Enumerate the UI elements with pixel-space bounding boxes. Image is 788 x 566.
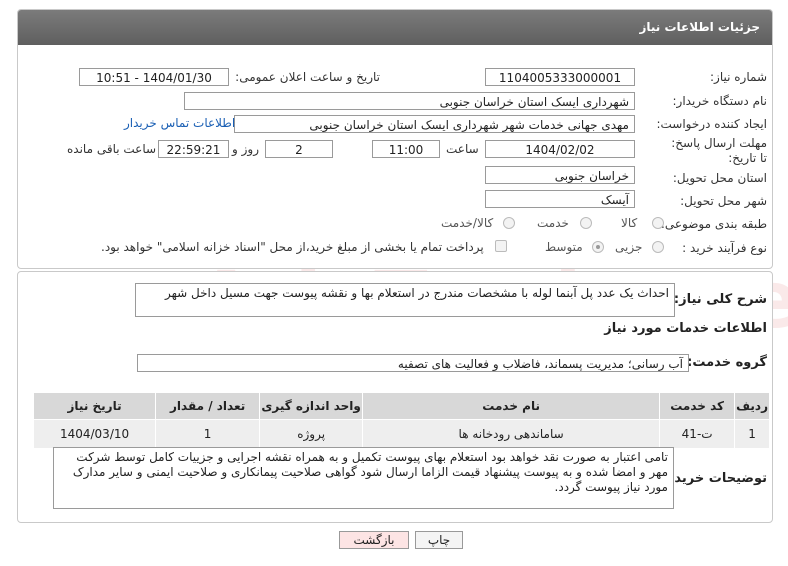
category-goods-service-radio[interactable] bbox=[503, 217, 515, 229]
process-medium-radio[interactable] bbox=[592, 241, 604, 253]
province-label: استان محل تحویل: bbox=[672, 171, 767, 185]
services-table: ردیف کد خدمت نام خدمت واحد اندازه گیری ت… bbox=[32, 392, 770, 449]
city-field: آیسک bbox=[485, 190, 635, 208]
col-header-unit: واحد اندازه گیری bbox=[259, 392, 364, 420]
panel-header: جزئیات اطلاعات نیاز bbox=[18, 10, 772, 45]
category-goods-radio[interactable] bbox=[652, 217, 664, 229]
back-button[interactable]: بازگشت bbox=[339, 531, 409, 549]
process-minor-radio[interactable] bbox=[652, 241, 664, 253]
process-minor-label: جزیی bbox=[615, 240, 643, 254]
days-label: روز و bbox=[232, 142, 259, 156]
table-row: 1 ت-41 ساماندهی رودخانه ها پروژه 1 1404/… bbox=[32, 419, 770, 449]
services-section-title: اطلاعات خدمات مورد نیاز bbox=[604, 321, 767, 336]
cell-index: 1 bbox=[734, 419, 770, 449]
panel-title: جزئیات اطلاعات نیاز bbox=[639, 20, 760, 34]
category-service-label: خدمت bbox=[537, 216, 569, 230]
col-header-name: نام خدمت bbox=[362, 392, 661, 420]
treasury-checkbox[interactable] bbox=[495, 240, 507, 252]
col-header-date: تاریخ نیاز bbox=[32, 392, 157, 420]
category-goods-label: کالا bbox=[621, 216, 638, 230]
process-label: نوع فرآیند خرید : bbox=[682, 241, 767, 255]
cell-name: ساماندهی رودخانه ها bbox=[362, 419, 661, 449]
need-info-panel: جزئیات اطلاعات نیاز bbox=[17, 9, 773, 269]
remaining-time-label: ساعت باقی مانده bbox=[67, 142, 157, 156]
announce-datetime-field: 1404/01/30 - 10:51 bbox=[79, 68, 229, 86]
need-details-page: AriaTender.neT جزئیات اطلاعات نیاز شماره… bbox=[0, 0, 788, 566]
buyer-notes-text: تامی اعتبار به صورت نقد خواهد بود استعلا… bbox=[53, 447, 674, 509]
creator-field: مهدی جهانی خدمات شهر شهرداری ایسک استان … bbox=[234, 115, 635, 133]
col-header-index: ردیف bbox=[734, 392, 770, 420]
buyer-contact-link[interactable]: اطلاعات تماس خریدار bbox=[124, 116, 235, 130]
buyer-org-label: نام دستگاه خریدار: bbox=[672, 94, 768, 108]
cell-unit: پروژه bbox=[259, 419, 364, 449]
category-goods-service-label: کالا/خدمت bbox=[441, 216, 494, 230]
process-medium-label: متوسط bbox=[545, 240, 583, 254]
buyer-org-field: شهرداری ایسک استان خراسان جنوبی bbox=[184, 92, 635, 110]
need-number-label: شماره نیاز: bbox=[710, 70, 767, 84]
payment-note: پرداخت تمام یا بخشی از مبلغ خرید،از محل … bbox=[101, 240, 484, 254]
remaining-days-field: 2 bbox=[265, 140, 333, 158]
description-label: شرح کلی نیاز: bbox=[673, 292, 767, 307]
deadline-time-field: 11:00 bbox=[372, 140, 440, 158]
announce-label: تاریخ و ساعت اعلان عمومی: bbox=[235, 70, 380, 84]
category-service-radio[interactable] bbox=[580, 217, 592, 229]
deadline-label: مهلت ارسال پاسخ: تا تاریخ: bbox=[671, 136, 767, 165]
service-group-label: گروه خدمت: bbox=[687, 355, 767, 370]
cell-date: 1404/03/10 bbox=[32, 419, 157, 449]
col-header-code: کد خدمت bbox=[659, 392, 736, 420]
remaining-time-field: 22:59:21 bbox=[158, 140, 229, 158]
description-text: احداث یک عدد پل آبنما لوله با مشخصات مند… bbox=[135, 283, 675, 317]
print-button[interactable]: چاپ bbox=[415, 531, 463, 549]
service-group-field: آب رسانی؛ مدیریت پسماند، فاضلاب و فعالیت… bbox=[137, 354, 689, 372]
province-field: خراسان جنوبی bbox=[485, 166, 635, 184]
city-label: شهر محل تحویل: bbox=[680, 194, 767, 208]
creator-label: ایجاد کننده درخواست: bbox=[656, 117, 767, 131]
deadline-hour-label: ساعت bbox=[446, 142, 479, 156]
deadline-date-field: 1404/02/02 bbox=[485, 140, 635, 158]
cell-code: ت-41 bbox=[659, 419, 736, 449]
col-header-qty: تعداد / مقدار bbox=[155, 392, 261, 420]
category-label: طبقه بندی موضوعی: bbox=[660, 217, 767, 231]
cell-qty: 1 bbox=[155, 419, 261, 449]
need-number-field: 1104005333000001 bbox=[485, 68, 635, 86]
